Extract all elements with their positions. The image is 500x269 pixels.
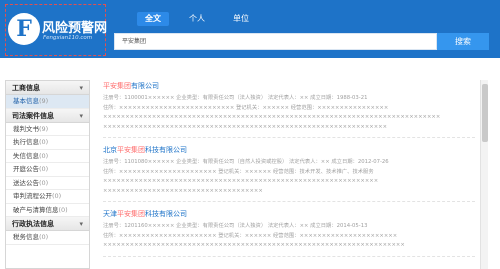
logo-title: 风险预警网 — [42, 21, 108, 36]
sidebar-item-label: 审判流程公开 — [13, 192, 52, 200]
sidebar-item-count: (9) — [39, 97, 49, 105]
sidebar-heading-label: 司法案件信息 — [12, 111, 54, 120]
sidebar-item-count: (0) — [39, 178, 49, 187]
search-button[interactable]: 搜索 — [437, 33, 489, 50]
sidebar-item-label: 破产与清算信息 — [13, 205, 59, 214]
result-title-suffix: 科技有限公司 — [145, 210, 187, 218]
sidebar-item-basic-info[interactable]: 基本信息(9) — [6, 95, 89, 109]
sidebar-item-enforcement[interactable]: 执行信息(0) — [6, 136, 89, 150]
sidebar-item-count: (9) — [39, 124, 49, 133]
sidebar-item-count: (0) — [39, 138, 49, 146]
logo-domain: Fengxian110.com — [43, 35, 93, 41]
sidebar-item-label: 开庭公告 — [13, 165, 39, 173]
result-detail-line: ×××××××××××××××××××××××××××××××××××× — [103, 187, 263, 194]
results-scrollbar[interactable] — [480, 80, 488, 269]
sidebar-item-count: (0) — [52, 192, 62, 200]
result-title-highlight: 平安集团 — [117, 146, 145, 154]
sidebar-item-judgments[interactable]: 裁判文书(9) — [6, 123, 89, 136]
tab-company[interactable]: 单位 — [225, 12, 257, 26]
sidebar-item-count: (0) — [39, 151, 49, 160]
tab-person[interactable]: 个人 — [181, 12, 213, 26]
result-item: 天津平安集团科技有限公司 注册号：1201160×××××× 企业类型：有限责任… — [103, 208, 475, 257]
sidebar-item-service-notices[interactable]: 送达公告(0) — [6, 177, 89, 190]
result-title-link[interactable]: 北京平安集团科技有限公司 — [103, 144, 475, 156]
result-detail-line: ××××××××××××××××××××××××××××××××××××××××… — [103, 123, 388, 130]
search-input[interactable]: 平安集团 — [114, 33, 437, 50]
sidebar-heading-judicial[interactable]: 司法案件信息 ▾ — [6, 108, 89, 123]
result-title-link[interactable]: 平安集团有限公司 — [103, 80, 475, 92]
result-title-suffix: 有限公司 — [131, 82, 159, 90]
result-title-suffix: 科技有限公司 — [145, 146, 187, 154]
search-scope-tabs: 全文 个人 单位 — [137, 12, 269, 26]
sidebar-item-count: (0) — [39, 233, 49, 241]
sidebar-heading-label: 行政执法信息 — [12, 220, 54, 228]
result-detail-line: 注册号：1101080×××××× 企业类型：有限责任公司（自然人投资或控股） … — [103, 159, 389, 165]
result-detail-line: ××××××××××××××××××××××××××××××××××××××××… — [103, 242, 405, 248]
sidebar-item-label: 失信信息 — [13, 151, 39, 160]
sidebar-item-label: 送达公告 — [13, 178, 39, 187]
result-item: 北京平安集团科技有限公司 注册号：1101080×××××× 企业类型：有限责任… — [103, 144, 475, 202]
result-item: 平安集团有限公司 注册号：1100001×××××× 企业类型：有限责任公司（法… — [103, 80, 475, 138]
sidebar-item-tax[interactable]: 税务信息(0) — [6, 231, 89, 245]
result-title-link[interactable]: 天津平安集团科技有限公司 — [103, 208, 475, 220]
category-sidebar: 工商信息 ▾ 基本信息(9) 司法案件信息 ▾ 裁判文书(9) 执行信息(0) … — [5, 80, 90, 269]
sidebar-item-count: (0) — [39, 165, 49, 173]
result-title-highlight: 平安集团 — [103, 82, 131, 90]
result-detail-line: 住所：×××××××××××××××××××××× 登记机关：×××××× 经营… — [103, 168, 374, 175]
result-title-prefix: 北京 — [103, 146, 117, 154]
header-bar: F 风险预警网 Fengxian110.com 全文 个人 单位 平安集团 搜索 — [0, 0, 500, 58]
chevron-down-icon: ▾ — [79, 111, 83, 120]
result-detail-line: 注册号：1201160×××××× 企业类型：有限责任公司（法人独资） 法定代表… — [103, 223, 368, 229]
sidebar-item-dishonest[interactable]: 失信信息(0) — [6, 150, 89, 163]
chevron-down-icon: ▾ — [79, 220, 83, 228]
sidebar-item-hearing-notices[interactable]: 开庭公告(0) — [6, 163, 89, 177]
sidebar-item-trial-process[interactable]: 审判流程公开(0) — [6, 190, 89, 204]
result-detail-line: 住所：×××××××××××××××××××××× 登记机关：×××××× 经营… — [103, 232, 398, 239]
result-detail-line: ××××××××××××××××××××××××××××××××××××××××… — [103, 178, 379, 184]
sidebar-item-bankruptcy[interactable]: 破产与清算信息(0) — [6, 204, 89, 217]
sidebar-item-count: (0) — [58, 205, 68, 214]
scrollbar-thumb[interactable] — [482, 84, 488, 142]
result-detail-line: 住所：×××××××××××××××××××××××××× 登记机关：×××××… — [103, 104, 389, 111]
result-title-highlight: 平安集团 — [117, 210, 145, 218]
sidebar-item-label: 基本信息 — [13, 97, 39, 105]
sidebar-heading-administrative[interactable]: 行政执法信息 ▾ — [6, 217, 89, 231]
sidebar-item-label: 执行信息 — [13, 138, 39, 146]
sidebar-item-label: 裁判文书 — [13, 124, 39, 133]
result-detail-line: ××××××××××××××××××××××××××××××××××××××××… — [103, 114, 441, 120]
sidebar-item-label: 税务信息 — [13, 233, 39, 241]
site-logo[interactable]: F 风险预警网 Fengxian110.com — [5, 4, 108, 56]
result-title-prefix: 天津 — [103, 210, 117, 218]
result-detail-line: 注册号：1100001×××××× 企业类型：有限责任公司（法人独资） 法定代表… — [103, 95, 368, 101]
sidebar-heading-label: 工商信息 — [12, 84, 40, 92]
chevron-down-icon: ▾ — [79, 84, 83, 92]
sidebar-heading-business[interactable]: 工商信息 ▾ — [6, 81, 89, 95]
search-results: 平安集团有限公司 注册号：1100001×××××× 企业类型：有限责任公司（法… — [103, 80, 475, 269]
logo-f-icon: F — [8, 13, 40, 45]
tab-fulltext[interactable]: 全文 — [137, 12, 169, 26]
